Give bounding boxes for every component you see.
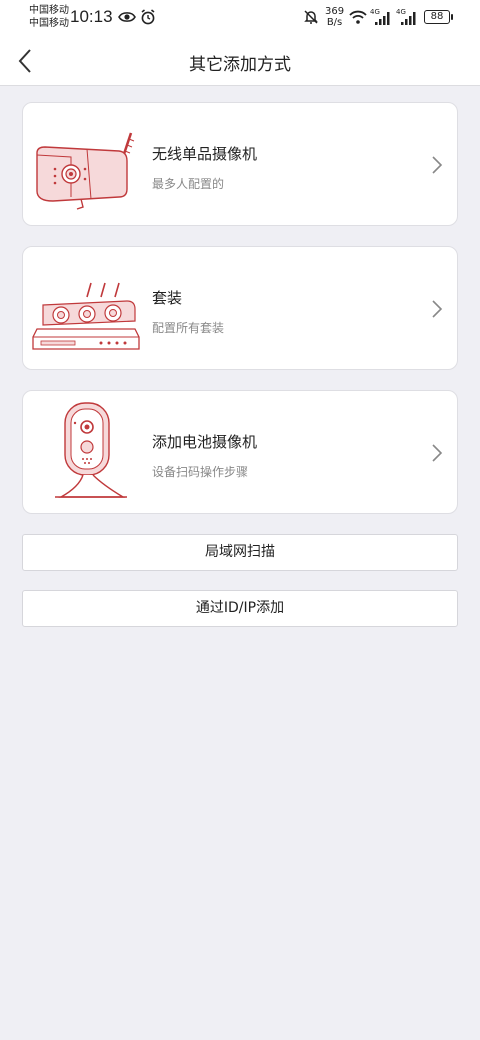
option-card-battery-camera[interactable]: 添加电池摄像机 设备扫码操作步骤 xyxy=(22,390,458,514)
option-title: 套装 xyxy=(152,289,183,307)
net-speed-unit: B/s xyxy=(326,17,343,28)
chevron-right-icon xyxy=(432,300,443,318)
signal-icon xyxy=(375,12,390,25)
status-time: 10:13 xyxy=(70,7,113,26)
option-card-kit[interactable]: 套装 配置所有套装 xyxy=(22,246,458,370)
option-subtitle: 最多人配置的 xyxy=(152,177,225,191)
mute-bell-icon xyxy=(304,10,318,24)
nvr-kit-icon xyxy=(32,282,140,350)
option-title: 添加电池摄像机 xyxy=(152,433,258,451)
option-card-wireless-camera[interactable]: 无线单品摄像机 最多人配置的 xyxy=(22,102,458,226)
wifi-icon xyxy=(349,10,367,24)
net-speed-value: 369 xyxy=(325,6,345,17)
carrier-2: 中国移动 xyxy=(29,18,69,29)
eye-icon xyxy=(118,12,136,22)
bullet-camera-icon xyxy=(36,132,135,210)
alarm-icon xyxy=(141,9,155,25)
option-title: 无线单品摄像机 xyxy=(152,145,258,163)
carrier-1: 中国移动 xyxy=(29,5,69,16)
lan-scan-button[interactable]: 局域网扫描 xyxy=(22,534,458,571)
carrier-labels: 中国移动 中国移动 xyxy=(29,4,69,30)
page-title: 其它添加方式 xyxy=(189,55,291,75)
option-subtitle: 配置所有套装 xyxy=(152,321,225,335)
option-subtitle: 设备扫码操作步骤 xyxy=(152,465,249,479)
status-bar: 中国移动 中国移动 10:13 369 B/s 4G 4G 88 xyxy=(0,0,480,36)
chevron-right-icon xyxy=(432,444,443,462)
net-speed: 369 B/s xyxy=(325,6,344,28)
battery-camera-icon xyxy=(55,402,127,498)
chevron-right-icon xyxy=(432,156,443,174)
signal-icon-2 xyxy=(401,12,416,25)
battery-icon: 88 xyxy=(424,10,453,24)
nav-bar: 其它添加方式 xyxy=(0,36,480,86)
add-by-id-ip-button[interactable]: 通过ID/IP添加 xyxy=(22,590,458,627)
